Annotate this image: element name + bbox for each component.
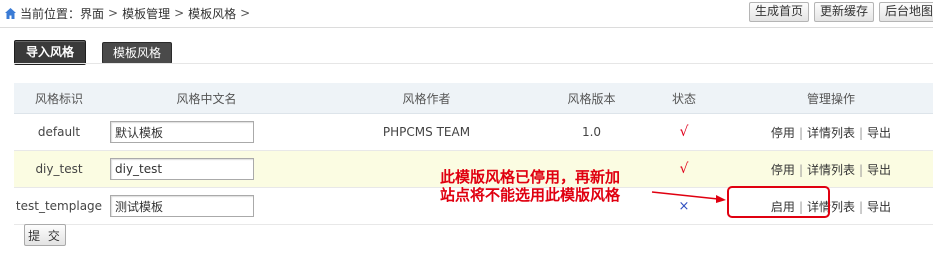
header-style-name: 风格中文名 — [104, 83, 309, 114]
style-name-input[interactable] — [110, 195, 254, 217]
breadcrumb-separator: > — [174, 6, 185, 20]
style-name-input[interactable] — [110, 121, 254, 143]
breadcrumb-prefix: 当前位置：界面 — [20, 6, 105, 21]
update-cache-button[interactable]: 更新缓存 — [813, 2, 874, 22]
status-enabled-icon: √ — [679, 124, 689, 140]
tab-import-style[interactable]: 导入风格 — [14, 40, 86, 65]
header-style-author: 风格作者 — [309, 83, 544, 114]
status-enabled-icon: √ — [679, 161, 689, 177]
tabs-divider — [14, 63, 933, 64]
disable-link[interactable]: 停用 — [771, 126, 795, 140]
annotation-line: 此模版风格已停用，再新加 — [440, 168, 621, 186]
style-name-input[interactable] — [110, 158, 254, 180]
tab-template-style[interactable]: 模板风格 — [102, 42, 172, 64]
style-id: test_templage — [14, 187, 104, 225]
header-divider — [0, 27, 933, 28]
submit-button[interactable]: 提 交 — [24, 224, 66, 246]
breadcrumb-item-template-style[interactable]: 模板风格 — [188, 5, 236, 22]
breadcrumb-separator: > — [240, 6, 251, 20]
style-id: default — [14, 113, 104, 151]
export-link[interactable]: 导出 — [867, 200, 891, 214]
row-operations: 停用 | 详情列表 | 导出 — [729, 150, 933, 188]
annotation-note: 此模版风格已停用，再新加 站点将不能选用此模版风格 — [440, 168, 655, 204]
annotation-line: 站点将不能选用此模版风格 — [440, 186, 621, 204]
details-link[interactable]: 详情列表 — [807, 126, 855, 140]
table-row: default PHPCMS TEAM 1.0 √ 停用|详情列表|导出 — [14, 113, 933, 151]
annotation-arrow-icon — [651, 191, 726, 203]
breadcrumb-item-template-manage[interactable]: 模板管理 — [122, 5, 170, 22]
disable-link[interactable]: 停用 — [771, 163, 795, 177]
breadcrumb-separator: > — [108, 6, 119, 20]
header-operations: 管理操作 — [729, 83, 933, 114]
table-header-row: 风格标识 风格中文名 风格作者 风格版本 状态 管理操作 — [14, 83, 933, 114]
style-version: 1.0 — [544, 113, 639, 151]
home-icon — [5, 7, 16, 19]
style-id: diy_test — [14, 150, 104, 188]
header-status: 状态 — [639, 83, 729, 114]
details-link[interactable]: 详情列表 — [807, 163, 855, 177]
breadcrumb: 当前位置：界面 > 模板管理 > 模板风格 > — [4, 5, 254, 21]
export-link[interactable]: 导出 — [867, 126, 891, 140]
top-toolbar: 生成首页 更新缓存 后台地图 — [748, 2, 933, 22]
generate-home-button[interactable]: 生成首页 — [748, 2, 809, 22]
header-style-version: 风格版本 — [544, 83, 639, 114]
admin-map-button[interactable]: 后台地图 — [878, 2, 933, 22]
export-link[interactable]: 导出 — [867, 163, 891, 177]
header-style-id: 风格标识 — [14, 83, 104, 114]
style-author: PHPCMS TEAM — [309, 113, 544, 151]
annotation-highlight-box — [727, 186, 830, 218]
row-operations: 停用 | 详情列表 | 导出 — [729, 113, 933, 151]
